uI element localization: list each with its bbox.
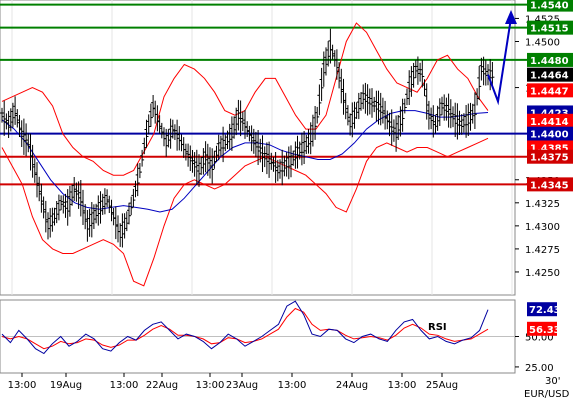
level-tag-label: 1.4400 [530, 130, 569, 141]
time-tick-label: 25Aug [426, 380, 458, 391]
level-tag-label: 1.4515 [530, 24, 569, 35]
indicator-tag-label: 1.4414 [530, 117, 569, 128]
time-tick-label: 19Aug [50, 380, 82, 391]
time-tick-label: 13:00 [388, 380, 417, 391]
time-tick-label: 13:00 [110, 380, 139, 391]
rsi-value-tag-label: 72.43 [529, 305, 561, 316]
rsi-label: RSI [428, 322, 447, 333]
level-tag-label: 1.4375 [530, 153, 569, 164]
time-tick-label: 13:00 [8, 380, 37, 391]
rsi-value-tag-label: 56.33 [529, 325, 561, 336]
price-tick-label: 1.4250 [525, 268, 560, 279]
timeframe-label: 30' [545, 376, 560, 387]
level-tag-label: 1.4480 [530, 56, 569, 67]
symbol-label: EUR/USD [524, 389, 570, 400]
forex-chart: 1.42501.42751.43001.43251.43501.44501.45… [0, 0, 573, 401]
rsi-tick-label: 25.00 [525, 363, 554, 374]
level-tag-label: 1.4540 [530, 1, 569, 12]
price-tick-label: 1.4300 [525, 222, 560, 233]
time-tick-label: 13:00 [278, 380, 307, 391]
time-tick-label: 22Aug [146, 380, 178, 391]
level-tag-label: 1.4345 [530, 180, 569, 191]
time-tick-label: 24Aug [336, 380, 368, 391]
price-tick-label: 1.4275 [525, 245, 560, 256]
price-tick-label: 1.4325 [525, 199, 560, 210]
time-tick-label: 13:00 [196, 380, 225, 391]
indicator-tag-label: 1.4447 [530, 86, 569, 97]
price-tick-label: 1.4500 [525, 37, 560, 48]
current-price-label: 1.4464 [530, 71, 569, 82]
time-tick-label: 23Aug [226, 380, 258, 391]
